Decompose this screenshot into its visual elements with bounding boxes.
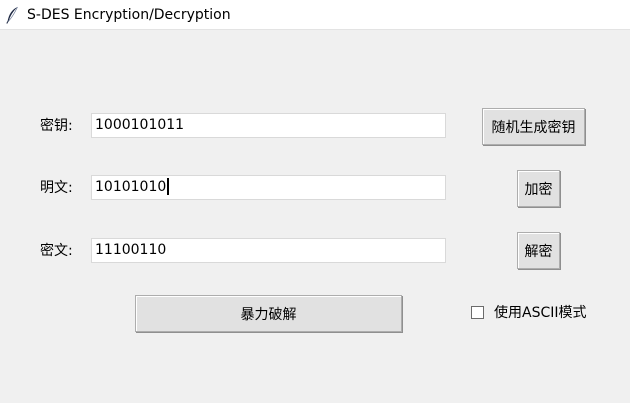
window-title: S-DES Encryption/Decryption [27,7,231,23]
key-input-value: 1000101011 [95,117,185,133]
random-key-button[interactable]: 随机生成密钥 [482,108,585,145]
ciphertext-label: 密文: [40,243,73,259]
plaintext-input[interactable]: 10101010 [91,175,446,200]
ascii-mode-checkbox[interactable] [471,306,484,319]
ascii-mode-label[interactable]: 使用ASCII模式 [494,304,587,322]
ciphertext-input[interactable]: 11100110 [91,238,446,263]
title-bar: S-DES Encryption/Decryption [0,0,630,30]
text-cursor [167,177,170,195]
plaintext-label: 明文: [40,180,73,196]
plaintext-input-value: 10101010 [95,179,167,195]
decrypt-button[interactable]: 解密 [517,232,560,269]
ciphertext-input-value: 11100110 [95,242,167,258]
encrypt-button[interactable]: 加密 [517,170,560,207]
brute-force-button[interactable]: 暴力破解 [135,295,402,332]
feather-icon [6,6,18,24]
key-label: 密钥: [40,118,73,134]
key-input[interactable]: 1000101011 [91,113,446,138]
